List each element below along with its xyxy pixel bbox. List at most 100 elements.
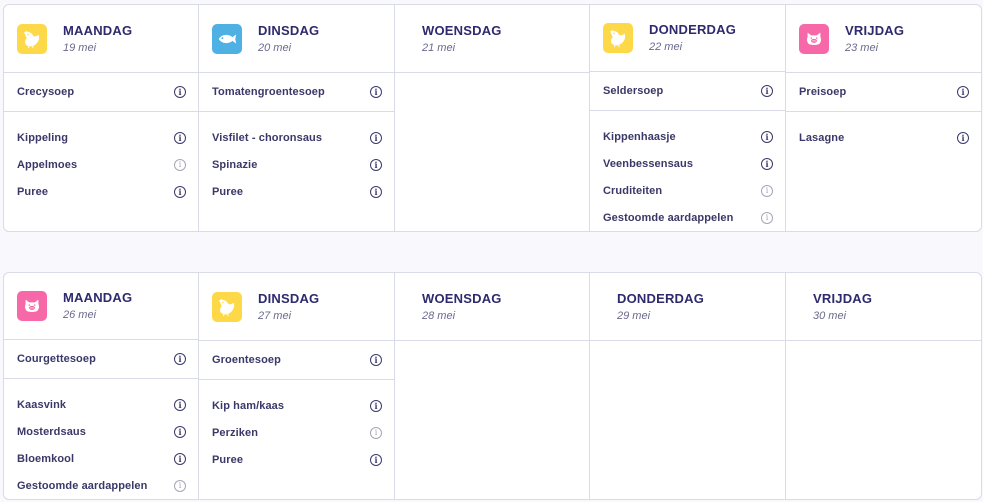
- info-icon[interactable]: i: [174, 398, 186, 411]
- info-icon[interactable]: i: [370, 354, 382, 366]
- menu-item: Gestoomde aardappelen i: [590, 204, 785, 231]
- menu-item: Puree i: [199, 446, 394, 473]
- info-icon[interactable]: i: [761, 184, 773, 197]
- info-icon[interactable]: i: [174, 479, 186, 492]
- info-icon[interactable]: i: [370, 185, 382, 198]
- info-icon[interactable]: i: [174, 86, 186, 98]
- info-icon[interactable]: i: [370, 158, 382, 171]
- menu-item-label: Lasagne: [799, 131, 845, 144]
- day-column: DONDERDAG 22 mei Seldersoep i Kippenhaas…: [590, 5, 786, 231]
- meat-type-badge: [212, 291, 242, 322]
- menu-item-label: Gestoomde aardappelen: [603, 211, 734, 224]
- info-icon[interactable]: i: [761, 157, 773, 170]
- chicken-icon: [24, 30, 40, 48]
- menu-item: Lasagne i: [786, 124, 981, 151]
- soup-label: Groentesoep: [212, 354, 281, 366]
- day-name: WOENSDAG: [422, 22, 502, 38]
- menu-item: Kippenhaasje i: [590, 123, 785, 150]
- menu-item: Gestoomde aardappelen i: [4, 472, 198, 499]
- soup-row: Preisoep i: [786, 73, 981, 112]
- soup-label: Preisoep: [799, 86, 847, 98]
- day-date: 29 mei: [617, 309, 651, 322]
- day-name: DINSDAG: [258, 22, 320, 38]
- day-header: VRIJDAG 30 mei: [786, 273, 981, 341]
- meat-type-badge: [799, 23, 829, 54]
- menu-item-label: Spinazie: [212, 158, 258, 171]
- soup-row: Courgettesoep i: [4, 340, 198, 379]
- day-date: 21 mei: [422, 41, 456, 54]
- day-date: 28 mei: [422, 309, 456, 322]
- info-icon[interactable]: i: [370, 453, 382, 466]
- day-date: 26 mei: [63, 309, 97, 322]
- week-card: MAANDAG 26 mei Courgettesoep i Kaasvink i…: [3, 272, 982, 500]
- info-icon[interactable]: i: [761, 130, 773, 143]
- menu-item: Puree i: [199, 178, 394, 205]
- menu-item-label: Veenbessensaus: [603, 157, 694, 170]
- day-name: DONDERDAG: [617, 290, 705, 306]
- day-column: WOENSDAG 28 mei: [395, 273, 590, 499]
- info-icon[interactable]: i: [174, 185, 186, 198]
- info-icon[interactable]: i: [174, 452, 186, 465]
- menu-item-label: Puree: [212, 185, 244, 198]
- info-icon[interactable]: i: [957, 86, 969, 98]
- menu-item: Veenbessensaus i: [590, 150, 785, 177]
- info-icon[interactable]: i: [761, 211, 773, 224]
- menu-item: Bloemkool i: [4, 445, 198, 472]
- menu-item-label: Puree: [17, 185, 49, 198]
- info-icon[interactable]: i: [761, 85, 773, 98]
- info-icon[interactable]: i: [174, 425, 186, 438]
- menu-item: Mosterdsaus i: [4, 418, 198, 445]
- menu-item-label: Bloemkool: [17, 452, 75, 465]
- menu-item: Perziken i: [199, 419, 394, 446]
- info-icon[interactable]: i: [370, 426, 382, 439]
- day-column: DINSDAG 20 mei Tomatengroentesoep i Visf…: [199, 5, 395, 231]
- info-icon[interactable]: i: [370, 131, 382, 144]
- soup-row: Seldersoep i: [590, 72, 785, 111]
- main-course-list: Kaasvink i Mosterdsaus i Bloemkool i Gestoomde…: [4, 379, 198, 499]
- day-header: DINSDAG 27 mei: [199, 273, 394, 341]
- info-icon[interactable]: i: [370, 399, 382, 412]
- info-icon[interactable]: i: [957, 131, 969, 144]
- day-header: DONDERDAG 29 mei: [590, 273, 785, 341]
- menu-item-label: Kippeling: [17, 131, 69, 144]
- info-icon[interactable]: i: [174, 131, 186, 144]
- menu-item: Visfilet - choronsaus i: [199, 124, 394, 151]
- meat-type-badge: [212, 23, 242, 54]
- meat-type-badge: [17, 291, 47, 322]
- chicken-icon: [610, 30, 626, 48]
- menu-item: Kippeling i: [4, 124, 198, 151]
- day-column: MAANDAG 26 mei Courgettesoep i Kaasvink i…: [4, 273, 199, 499]
- info-icon[interactable]: i: [174, 158, 186, 171]
- menu-item-label: Kip ham/kaas: [212, 399, 285, 412]
- chicken-icon: [219, 298, 235, 316]
- week-card: MAANDAG 19 mei Crecysoep i Kippeling i App…: [3, 4, 982, 232]
- day-date: 19 mei: [63, 41, 97, 54]
- menu-item: Kaasvink i: [4, 391, 198, 418]
- main-course-list: Lasagne i: [786, 112, 981, 151]
- meat-type-badge: [17, 23, 47, 54]
- day-header: MAANDAG 26 mei: [4, 273, 198, 341]
- menu-item-label: Cruditeiten: [603, 184, 663, 197]
- main-course-list: Kip ham/kaas i Perziken i Puree i: [199, 380, 394, 473]
- day-column: DINSDAG 27 mei Groentesoep i Kip ham/kaa…: [199, 273, 395, 499]
- meat-type-badge: [603, 23, 633, 54]
- menu-item: Spinazie i: [199, 151, 394, 178]
- day-date: 30 mei: [813, 309, 847, 322]
- soup-row: Crecysoep i: [4, 73, 198, 112]
- day-header: DINSDAG 20 mei: [199, 5, 394, 73]
- info-icon[interactable]: i: [370, 86, 382, 98]
- menu-item: Puree i: [4, 178, 198, 205]
- day-column: DONDERDAG 29 mei: [590, 273, 786, 499]
- day-date: 23 mei: [845, 41, 879, 54]
- info-icon[interactable]: i: [174, 353, 186, 366]
- main-course-list: Kippeling i Appelmoes i Puree i: [4, 112, 198, 205]
- day-header: WOENSDAG 21 mei: [395, 5, 589, 73]
- main-course-list: Visfilet - choronsaus i Spinazie i Puree i: [199, 112, 394, 205]
- soup-label: Courgettesoep: [17, 353, 96, 366]
- menu-item-label: Visfilet - choronsaus: [212, 131, 323, 144]
- menu-item-label: Appelmoes: [17, 158, 78, 171]
- day-name: WOENSDAG: [422, 290, 502, 306]
- main-course-list: Kippenhaasje i Veenbessensaus i Cruditeiten i…: [590, 111, 785, 231]
- day-header: VRIJDAG 23 mei: [786, 5, 981, 73]
- day-column: VRIJDAG 23 mei Preisoep i Lasagne i: [786, 5, 981, 231]
